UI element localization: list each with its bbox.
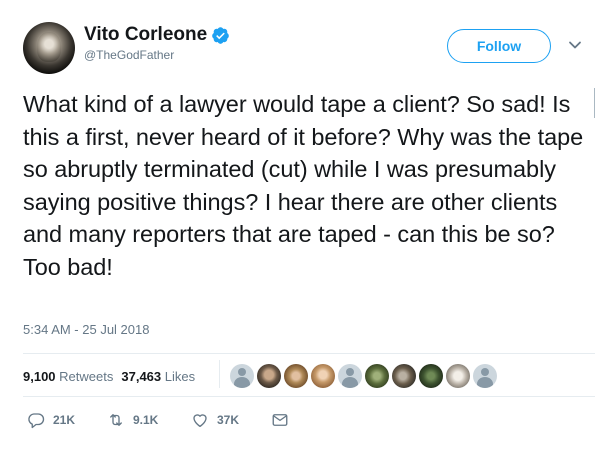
reply-icon	[28, 413, 45, 429]
author-name-row: Vito Corleone	[84, 24, 230, 46]
liker-avatar[interactable]	[419, 364, 443, 388]
liker-avatar[interactable]	[257, 364, 281, 388]
retweet-count: 9.1K	[133, 413, 159, 427]
liker-avatar[interactable]	[311, 364, 335, 388]
text-cursor	[594, 88, 595, 118]
liker-avatar[interactable]	[446, 364, 470, 388]
heart-icon	[193, 414, 207, 428]
liker-avatar[interactable]	[338, 364, 362, 388]
direct-message-icon	[272, 414, 288, 426]
like-button[interactable]: 37K	[191, 411, 271, 429]
liker-avatar[interactable]	[284, 364, 308, 388]
author-display-name[interactable]: Vito Corleone	[84, 24, 207, 46]
reply-button[interactable]: 21K	[27, 411, 107, 429]
verified-badge-icon	[212, 26, 229, 44]
divider	[23, 353, 595, 354]
liker-avatar[interactable]	[473, 364, 497, 388]
likers-avatars	[230, 364, 497, 388]
retweets-label: Retweets	[59, 369, 114, 384]
chevron-down-icon[interactable]	[568, 40, 582, 50]
retweets-stat[interactable]: 9,100 Retweets	[23, 369, 113, 384]
author-handle[interactable]: @TheGodFather	[84, 48, 174, 62]
tweet-actions: 21K 9.1K 37K	[27, 411, 289, 429]
engagement-stats: 9,100 Retweets 37,463 Likes	[23, 369, 195, 384]
like-count: 37K	[217, 413, 240, 427]
direct-message-button[interactable]	[271, 411, 289, 429]
retweets-count: 9,100	[23, 369, 56, 384]
stats-separator	[219, 360, 220, 388]
likes-stat[interactable]: 37,463 Likes	[121, 369, 195, 384]
divider	[23, 396, 595, 397]
liker-avatar[interactable]	[392, 364, 416, 388]
tweet-text: What kind of a lawyer would tape a clien…	[23, 91, 584, 280]
liker-avatar[interactable]	[365, 364, 389, 388]
retweet-icon	[110, 414, 122, 426]
tweet-card: Vito Corleone @TheGodFather Follow What …	[0, 0, 615, 452]
follow-button[interactable]: Follow	[447, 29, 551, 63]
tweet-timestamp[interactable]: 5:34 AM - 25 Jul 2018	[23, 322, 149, 337]
likes-count: 37,463	[121, 369, 162, 384]
retweet-button[interactable]: 9.1K	[107, 411, 191, 429]
reply-count: 21K	[53, 413, 76, 427]
author-avatar[interactable]	[23, 22, 75, 74]
likes-label: Likes	[164, 369, 196, 384]
liker-avatar[interactable]	[230, 364, 254, 388]
